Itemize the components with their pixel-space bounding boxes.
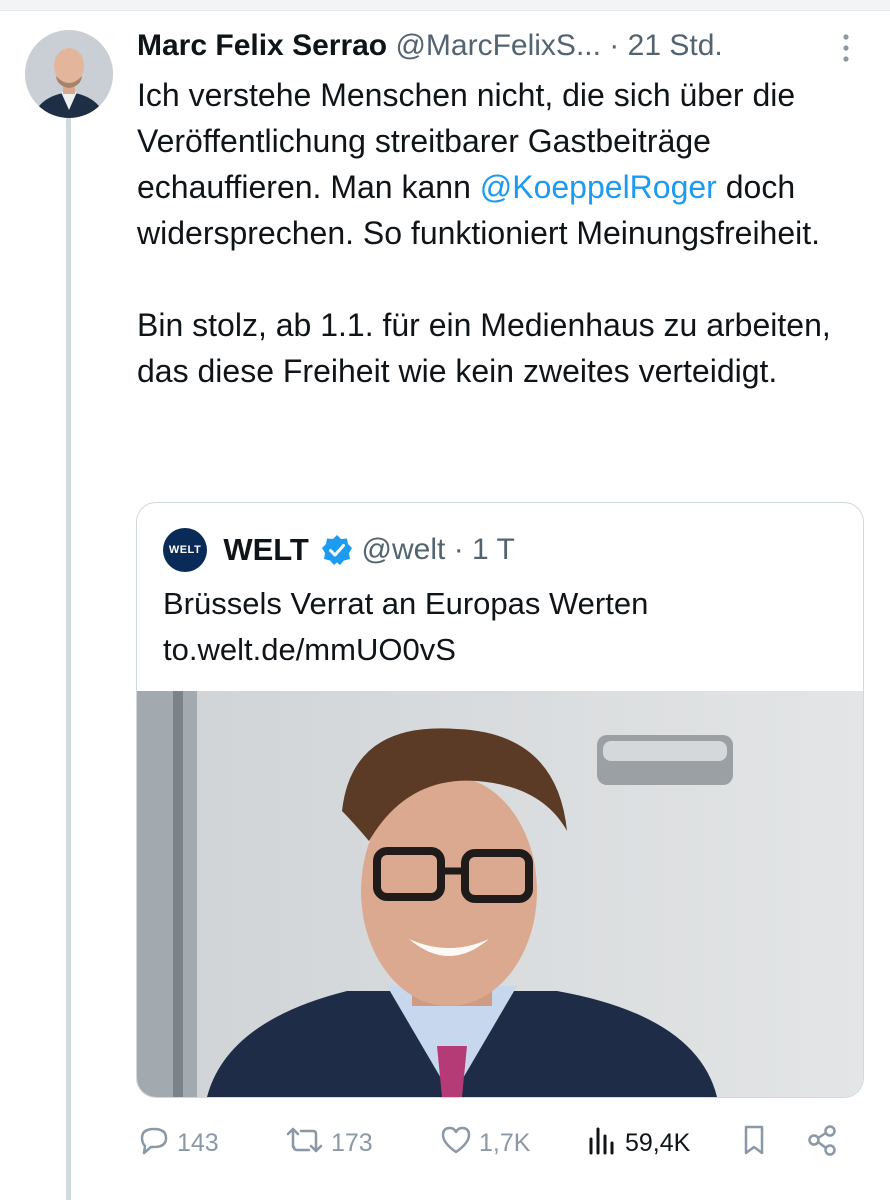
header-separator: · [609,29,620,62]
author-handle[interactable]: @MarcFelixS... [395,29,600,62]
like-count: 1,7K [479,1128,531,1157]
views-icon [585,1123,625,1164]
share-icon [805,1123,845,1164]
tweet-actions-bar: 143 173 1,7K 59,4K [137,1118,867,1168]
quoted-tweet-card[interactable]: WELT WELT @welt · 1 T Brüssels Verrat an… [136,502,864,1098]
tweet-header: Marc Felix Serrao @MarcFelixS... · 21 St… [137,26,867,66]
quoted-tweet-text: Brüssels Verrat an Europas Werten to.wel… [163,586,649,667]
repost-button[interactable]: 173 [285,1118,373,1168]
top-divider [0,0,890,11]
tweet-timestamp[interactable]: 21 Std. [628,29,723,62]
author-name[interactable]: Marc Felix Serrao [137,29,387,62]
repost-count: 173 [331,1128,373,1157]
bookmark-icon [737,1123,777,1164]
verified-badge-icon [321,534,353,566]
quoted-author-name[interactable]: WELT [223,532,309,567]
reply-button[interactable]: 143 [137,1118,219,1168]
views-button[interactable]: 59,4K [585,1118,690,1168]
quoted-timestamp[interactable]: 1 T [472,533,515,566]
bookmark-button[interactable] [737,1118,777,1168]
mention-link[interactable]: @KoeppelRoger [480,169,717,205]
thread-connector-line [66,118,71,1200]
quoted-header-separator: · [453,533,464,567]
quoted-author-handle[interactable]: @welt [362,533,446,566]
quoted-tweet-header: WELT WELT @welt · 1 T [163,527,515,573]
reply-icon [137,1123,177,1164]
reply-count: 143 [177,1128,219,1157]
quoted-tweet-photo[interactable] [137,691,863,1097]
share-button[interactable] [805,1118,845,1168]
welt-logo-avatar[interactable]: WELT [163,528,207,573]
tweet-text: Ich verstehe Menschen nicht, die sich üb… [137,72,872,394]
more-vertical-icon[interactable] [840,32,852,64]
like-button[interactable]: 1,7K [439,1118,530,1168]
avatar[interactable] [25,30,113,118]
repost-icon [285,1123,331,1164]
like-icon [439,1123,479,1164]
views-count: 59,4K [625,1128,691,1157]
